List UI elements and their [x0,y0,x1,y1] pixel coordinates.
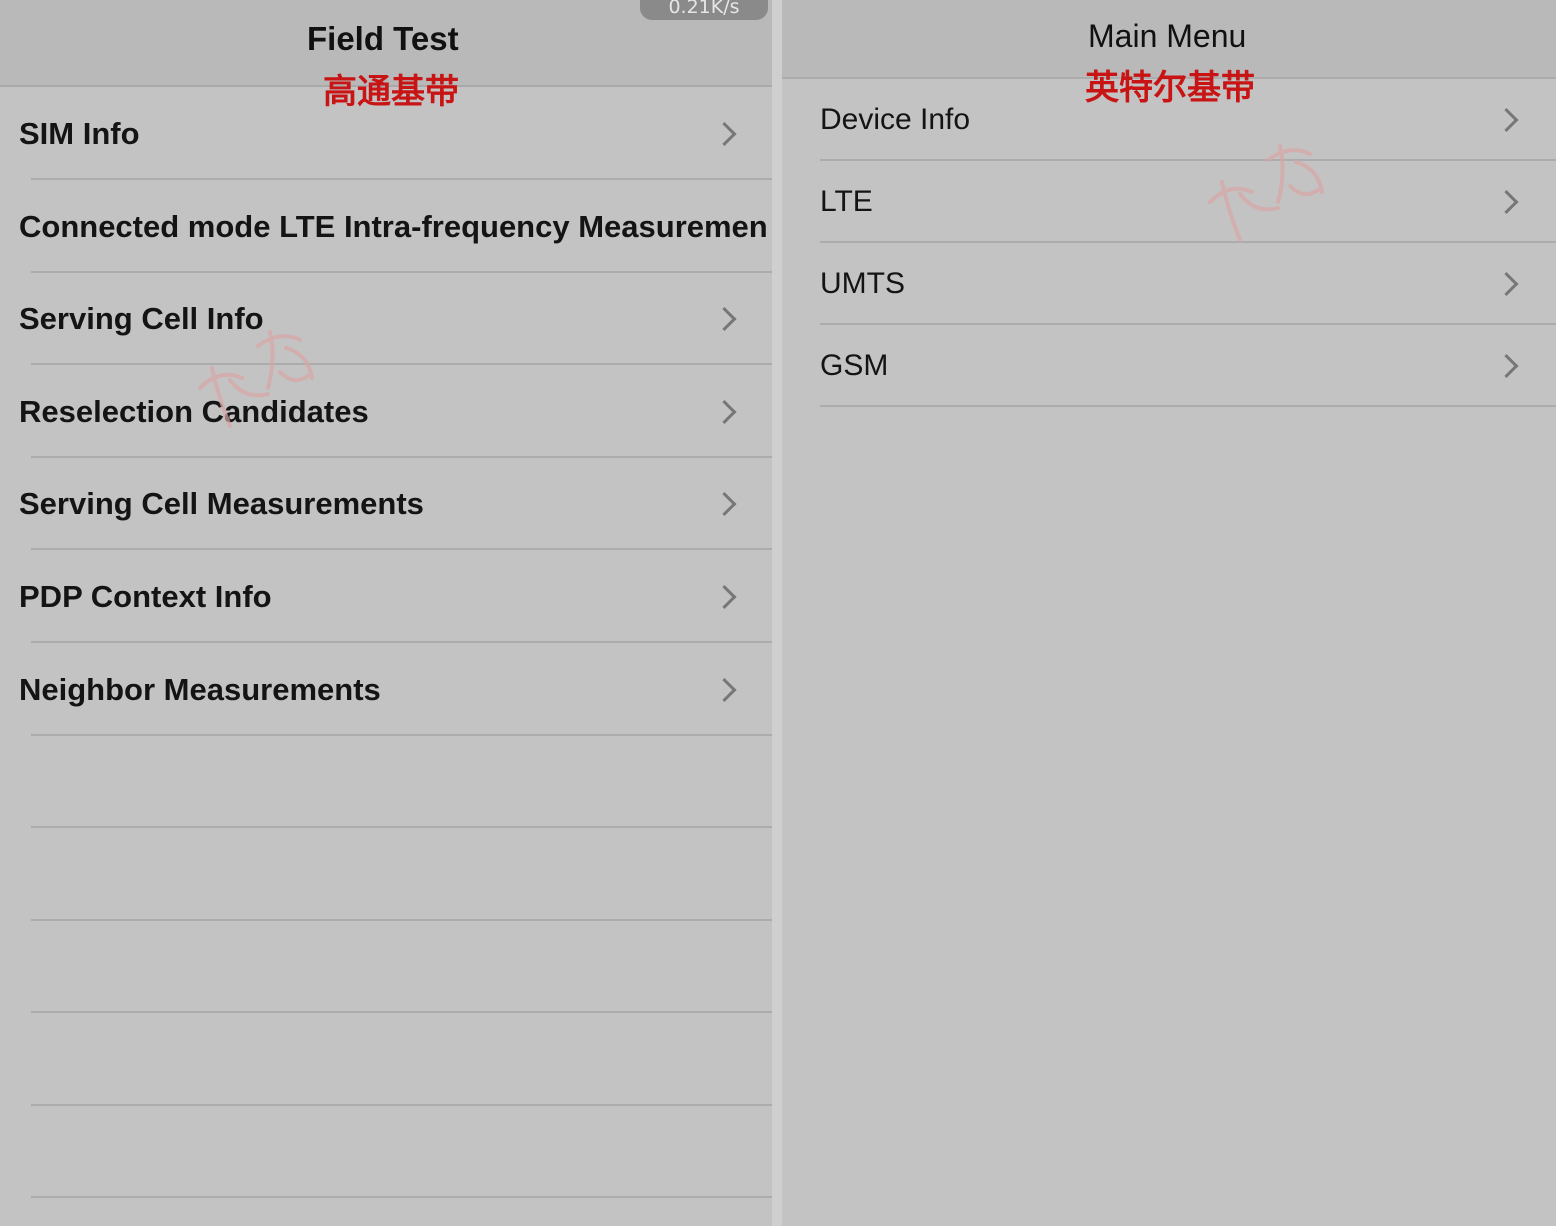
empty-row-divider [31,826,772,828]
list-item-reselection-candidates[interactable]: Reselection Candidates [0,365,772,458]
empty-row-divider [31,919,772,921]
list-item-lte[interactable]: LTE [782,161,1556,243]
list-item-label: UMTS [820,267,905,300]
list-item-label: SIM Info [19,115,140,151]
list-item-serving-cell-measurements[interactable]: Serving Cell Measurements [0,457,772,550]
list-item-label: LTE [820,185,873,218]
list-item-label: GSM [820,349,889,382]
chevron-right-icon [712,677,737,702]
list-item-neighbor-measurements[interactable]: Neighbor Measurements [0,643,772,736]
panel-divider [772,0,782,1226]
list-item-label: Serving Cell Measurements [19,485,424,521]
chevron-right-icon [712,306,737,331]
list-item-gsm[interactable]: GSM [782,325,1556,407]
list-item-label: PDP Context Info [19,578,272,614]
chevron-right-icon [712,491,737,516]
main-menu-title: Main Menu [1088,18,1247,54]
field-test-panel: 0.21K/s Field Test 高通基带 SIM Info Connect… [0,0,772,1226]
chevron-right-icon [712,399,737,424]
main-menu-panel: Main Menu 英特尔基带 Device Info LTE UMTS GSM [782,0,1556,1226]
list-item-pdp-context-info[interactable]: PDP Context Info [0,550,772,643]
list-item-lte-intra-frequency[interactable]: Connected mode LTE Intra-frequency Measu… [0,180,772,273]
chevron-right-icon [1494,189,1519,215]
empty-row-divider [31,1196,772,1198]
empty-row-divider [31,1011,772,1013]
list-item-umts[interactable]: UMTS [782,243,1556,325]
row-divider [31,734,772,736]
empty-row-divider [31,1104,772,1106]
watermark-stamp-icon [198,330,314,428]
intel-baseband-caption: 英特尔基带 [1085,68,1255,108]
list-item-label: Connected mode LTE Intra-frequency Measu… [19,208,768,244]
chevron-right-icon [1494,271,1519,297]
row-divider [820,405,1556,407]
list-item-serving-cell-info[interactable]: Serving Cell Info [0,272,772,365]
list-item-label: Device Info [820,103,971,136]
chevron-right-icon [1494,107,1519,133]
chevron-right-icon [1494,353,1519,379]
chevron-right-icon [712,584,737,609]
qualcomm-baseband-caption: 高通基带 [323,72,459,112]
list-item-label: Neighbor Measurements [19,671,381,707]
network-speed-badge: 0.21K/s [640,0,768,20]
watermark-stamp-icon [1208,144,1324,242]
chevron-right-icon [712,121,737,146]
field-test-title: Field Test [307,20,459,57]
